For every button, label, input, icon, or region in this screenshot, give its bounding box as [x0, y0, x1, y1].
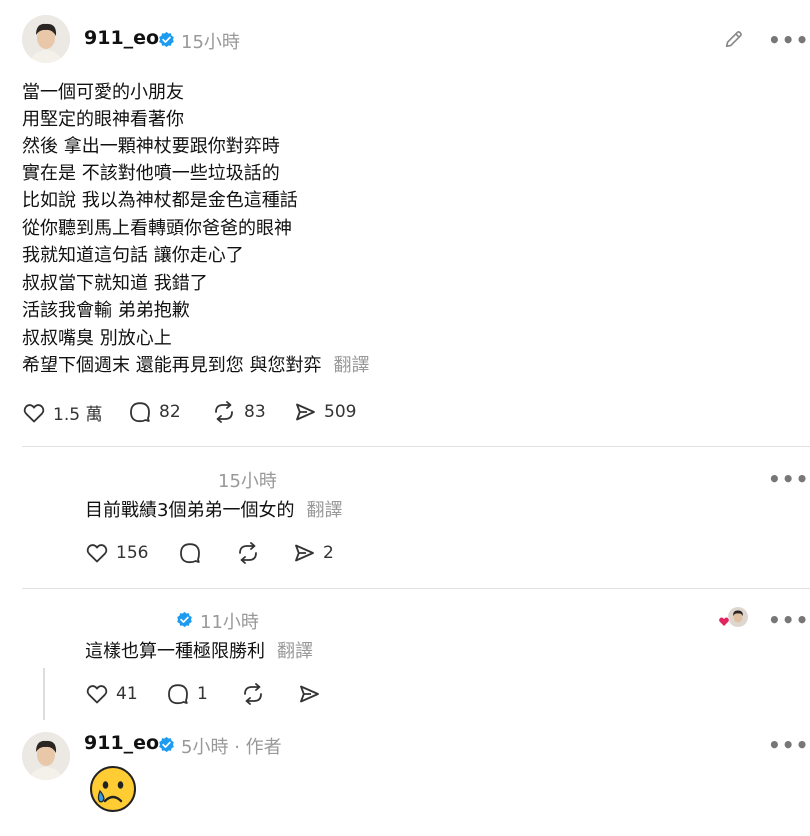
username[interactable]: 911_eo: [84, 27, 159, 49]
translate-link[interactable]: 翻譯: [306, 500, 342, 521]
like-count: 156: [116, 543, 149, 563]
verified-badge-icon: [159, 736, 174, 753]
comment-button[interactable]: 82: [128, 400, 181, 424]
reply-time: 15小時: [218, 471, 277, 492]
repost-icon: [244, 683, 262, 705]
share-button[interactable]: 509: [293, 400, 356, 424]
share-count: 509: [324, 402, 357, 422]
more-options-icon[interactable]: •••: [768, 28, 809, 52]
crying-face-emoji: [88, 764, 138, 814]
crying-face-icon: [90, 766, 136, 812]
repost-button[interactable]: [240, 682, 266, 706]
post-line: 叔叔當下就知道 我錯了: [22, 273, 208, 294]
avatar[interactable]: [22, 15, 70, 63]
share-button[interactable]: 2: [292, 541, 334, 565]
heart-icon: [23, 403, 45, 422]
comment-button[interactable]: [178, 541, 202, 565]
comment-count: 82: [159, 402, 181, 422]
send-icon: [300, 685, 319, 703]
translate-link[interactable]: 翻譯: [277, 641, 313, 662]
liked-by-author: [718, 607, 750, 629]
reply-meta: 5小時 · 作者: [181, 733, 282, 759]
reply-text: 這樣也算一種極限勝利 翻譯: [85, 637, 313, 663]
repost-icon: [239, 542, 257, 564]
reply-text: 目前戰績3個弟弟一個女的 翻譯: [85, 496, 342, 522]
reply-time: 11小時: [200, 612, 259, 633]
more-options-icon[interactable]: •••: [768, 608, 809, 632]
post-line: 從你聽到馬上看轉頭你爸爸的眼神: [22, 218, 292, 239]
avatar[interactable]: [22, 732, 70, 780]
post-line: 然後 拿出一顆神杖要跟你對弈時: [22, 136, 280, 157]
meta-separator: ·: [234, 737, 240, 758]
heart-icon: [86, 685, 108, 704]
like-button[interactable]: 156: [85, 541, 148, 565]
comment-bubble-icon: [168, 684, 188, 705]
post-line: 叔叔嘴臭 別放心上: [22, 328, 172, 349]
verified-badge-icon: [159, 31, 174, 48]
like-count: 41: [116, 684, 138, 704]
post-line-text: 希望下個週末 還能再見到您 與您對弈: [22, 355, 322, 376]
thread-line: [43, 668, 45, 720]
share-count: 2: [323, 543, 334, 563]
share-button[interactable]: [297, 682, 321, 706]
more-options-icon[interactable]: •••: [768, 467, 809, 491]
reply-time: 5小時: [181, 737, 229, 758]
heart-icon: [718, 616, 730, 627]
username[interactable]: 911_eo: [84, 732, 159, 754]
comment-bubble-icon: [180, 543, 200, 564]
comment-button[interactable]: 1: [166, 682, 208, 706]
comment-bubble-icon: [130, 402, 150, 423]
comment-count: 1: [197, 684, 208, 704]
divider: [22, 446, 810, 447]
repost-button[interactable]: [235, 541, 261, 565]
divider: [22, 588, 810, 589]
heart-icon: [86, 544, 108, 563]
reply-body: 這樣也算一種極限勝利: [85, 641, 265, 662]
send-icon: [296, 403, 315, 421]
author-avatar: [728, 607, 748, 627]
post-line: 活該我會輸 弟弟抱歉: [22, 300, 190, 321]
post-line: 當一個可愛的小朋友: [22, 82, 184, 103]
author-tag: 作者: [245, 737, 282, 758]
like-count: 1.5 萬: [53, 405, 103, 425]
repost-icon: [215, 401, 233, 423]
post-line: 用堅定的眼神看著你: [22, 109, 184, 130]
like-button[interactable]: 1.5 萬: [22, 400, 102, 425]
post-line: 實在是 不該對他噴一些垃圾話的: [22, 163, 280, 184]
repost-count: 83: [244, 402, 266, 422]
post-time: 15小時: [181, 32, 240, 53]
post-line: 希望下個週末 還能再見到您 與您對弈 翻譯: [22, 352, 369, 379]
translate-link[interactable]: 翻譯: [333, 355, 369, 376]
repost-button[interactable]: 83: [211, 400, 266, 424]
edit-pencil-icon[interactable]: [723, 28, 745, 50]
post-line: 比如說 我以為神杖都是金色這種話: [22, 190, 298, 211]
more-options-icon[interactable]: •••: [768, 733, 809, 757]
send-icon: [295, 544, 314, 562]
like-button[interactable]: 41: [85, 682, 138, 706]
verified-badge-icon: [177, 611, 192, 628]
post-line: 我就知道這句話 讓你走心了: [22, 245, 244, 266]
reply-body: 目前戰績3個弟弟一個女的: [85, 500, 295, 521]
